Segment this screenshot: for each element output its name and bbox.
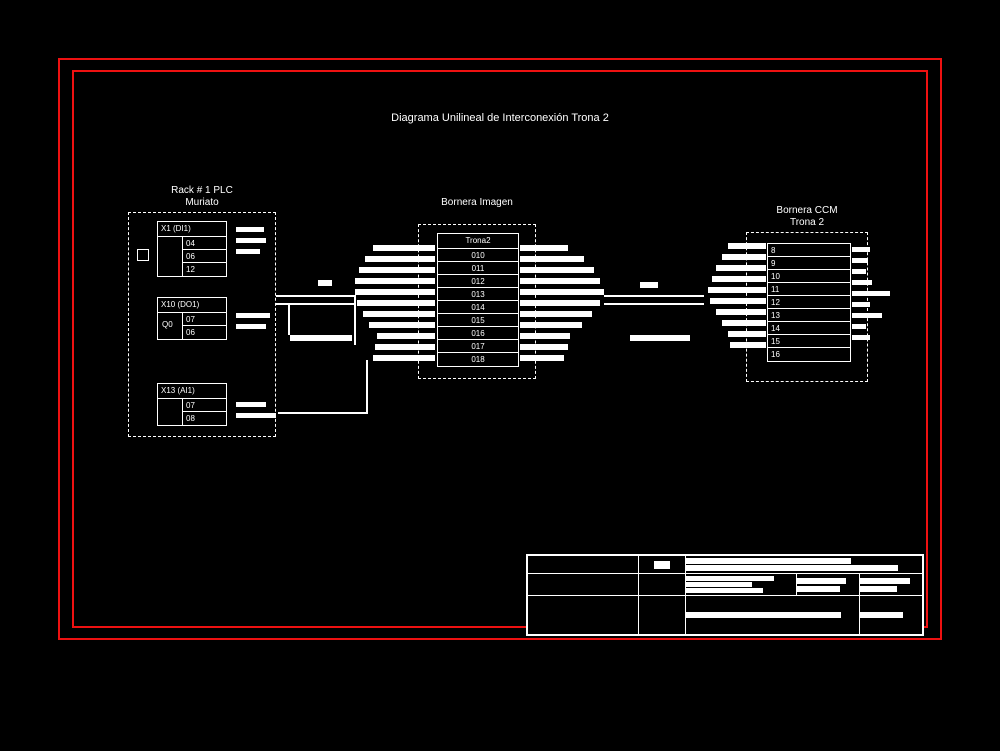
table-cell: 012: [438, 275, 518, 288]
wire: [366, 360, 368, 414]
tb-cell: [528, 556, 639, 574]
wire: [290, 335, 352, 341]
table-cell: 14: [768, 322, 850, 335]
wire: [276, 295, 356, 297]
tb-cell: [638, 574, 685, 596]
indicator-square: [137, 249, 149, 261]
table-cell: 015: [438, 314, 518, 327]
block-label: Bornera Imagen: [419, 197, 535, 209]
title-block: [526, 554, 924, 636]
block-label: Rack # 1 PLC Muriato: [129, 185, 275, 209]
connector-stack: [520, 245, 610, 366]
connector-stack: [706, 243, 766, 353]
table-cell: 011: [438, 262, 518, 275]
table-cell: 8: [768, 244, 850, 257]
table-cell: 06: [182, 250, 226, 263]
tb-cell: [685, 556, 922, 574]
table-cell: 12: [182, 263, 226, 276]
wire: [288, 303, 290, 335]
connector-stack: [355, 245, 435, 366]
table-x1: X1 (DI1) 04 06 12: [157, 221, 227, 277]
table-cell: 10: [768, 270, 850, 283]
table-cell: 013: [438, 288, 518, 301]
wire: [604, 303, 704, 305]
tb-cell: [685, 596, 859, 635]
tb-cell: [528, 574, 639, 596]
table-header: Trona2: [438, 234, 518, 249]
table-ccm: 8 9 10 11 12 13 14 15 16: [767, 243, 851, 362]
table-cell: 13: [768, 309, 850, 322]
table-x13: X13 (AI1) 07 08: [157, 383, 227, 426]
table-cell: 017: [438, 340, 518, 353]
block-label: Bornera CCM Trona 2: [747, 205, 867, 229]
side-label: Q0: [162, 319, 173, 330]
wire: [278, 412, 368, 414]
table-header: X1 (DI1): [158, 222, 226, 237]
table-cell: 06: [182, 326, 226, 339]
table-cell: 12: [768, 296, 850, 309]
tb-cell: [638, 556, 685, 574]
block-bornera-imagen: Bornera Imagen Trona2 010 011 012 013 01…: [418, 224, 536, 379]
table-trona2: Trona2 010 011 012 013 014 015 016 017 0…: [437, 233, 519, 367]
table-cell: 010: [438, 249, 518, 262]
tb-cell: [685, 574, 796, 596]
table-header: X13 (AI1): [158, 384, 226, 399]
table-cell: 16: [768, 348, 850, 361]
table-cell: 15: [768, 335, 850, 348]
wire: [630, 335, 690, 341]
table-cell: Q0 07 06: [158, 313, 226, 339]
wire: [354, 295, 356, 345]
tb-cell: [859, 574, 922, 596]
table-x10: X10 (DO1) Q0 07 06: [157, 297, 227, 340]
tb-cell: [796, 574, 859, 596]
wire: [318, 280, 332, 286]
table-cell: 07: [182, 313, 226, 326]
tb-cell: [528, 596, 639, 635]
connector-stubs: [236, 402, 276, 424]
table-header: X10 (DO1): [158, 298, 226, 313]
table-cell: 07: [182, 399, 226, 412]
connector-stubs: [236, 227, 266, 260]
table-cell: 9: [768, 257, 850, 270]
table-cell: 08: [182, 412, 226, 425]
connector-stubs: [852, 247, 890, 346]
wire: [640, 282, 658, 288]
table-cell: 11: [768, 283, 850, 296]
diagram-title: Diagrama Unilineal de Interconexión Tron…: [0, 112, 1000, 124]
tb-cell: [859, 596, 922, 635]
table-cell: 04: [182, 237, 226, 250]
connector-stubs: [236, 313, 270, 335]
table-cell: 014: [438, 301, 518, 314]
table-cell: 018: [438, 353, 518, 366]
tb-cell: [638, 596, 685, 635]
wire: [604, 295, 704, 297]
table-cell: 016: [438, 327, 518, 340]
